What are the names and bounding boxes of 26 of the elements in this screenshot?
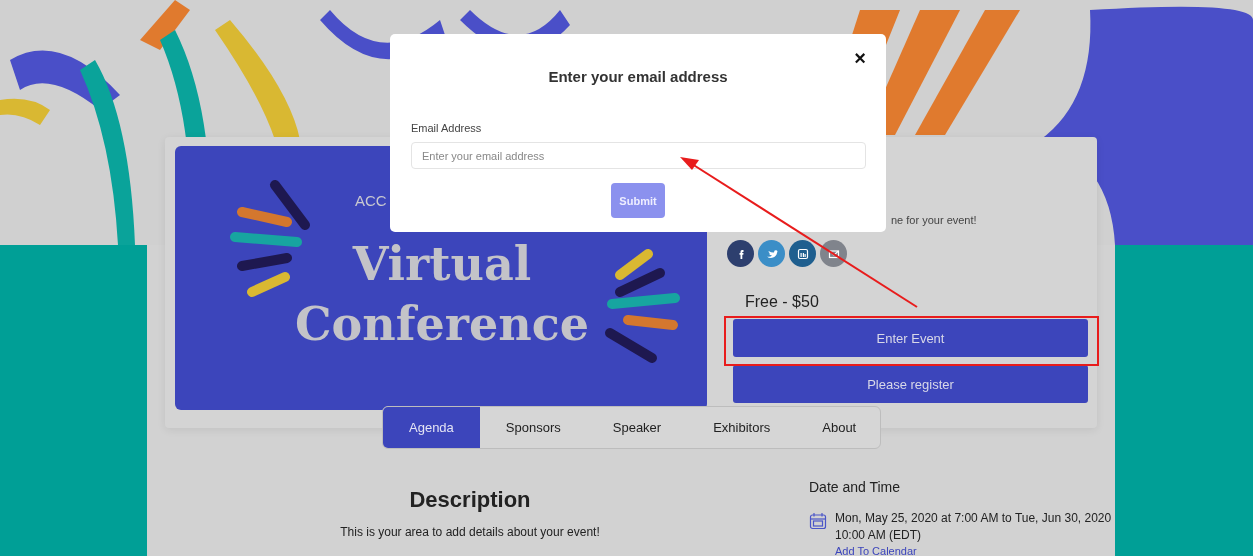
dialog-title: Enter your email address xyxy=(548,68,728,85)
event-tagline: ne for your event! xyxy=(891,214,977,226)
facebook-icon[interactable] xyxy=(727,240,754,267)
tab[interactable]: Exhibitors xyxy=(687,407,797,448)
tab[interactable]: Agenda xyxy=(383,407,480,448)
close-button[interactable]: × xyxy=(852,48,868,68)
register-button[interactable]: Please register xyxy=(733,365,1088,403)
twitter-icon[interactable] xyxy=(758,240,785,267)
banner-kicker: ACC xyxy=(355,192,387,209)
email-input-field[interactable]: Enter your email address xyxy=(411,142,866,169)
description-text: This is your area to add details about your event! xyxy=(340,525,600,539)
add-to-calendar-link[interactable]: Add To Calendar xyxy=(835,545,917,556)
calendar-icon xyxy=(809,512,827,530)
date-time-text: Mon, May 25, 2020 at 7:00 AM to Tue, Jun 30, 2020 10:00 AM (EDT) xyxy=(835,510,1113,544)
tab[interactable]: About xyxy=(796,407,880,448)
price-range: Free - $50 xyxy=(745,293,819,311)
tab[interactable]: Sponsors xyxy=(479,407,587,448)
description-heading: Description xyxy=(409,487,531,513)
banner-title: Virtual xyxy=(352,236,532,293)
enter-event-button[interactable]: Enter Event xyxy=(733,319,1088,357)
linkedin-icon[interactable] xyxy=(789,240,816,267)
tab[interactable]: Speaker xyxy=(586,407,688,448)
email-icon[interactable] xyxy=(820,240,847,267)
date-time-heading: Date and Time xyxy=(809,479,902,495)
banner-title: Conference xyxy=(295,296,589,353)
field-label: Email Address xyxy=(411,122,482,134)
